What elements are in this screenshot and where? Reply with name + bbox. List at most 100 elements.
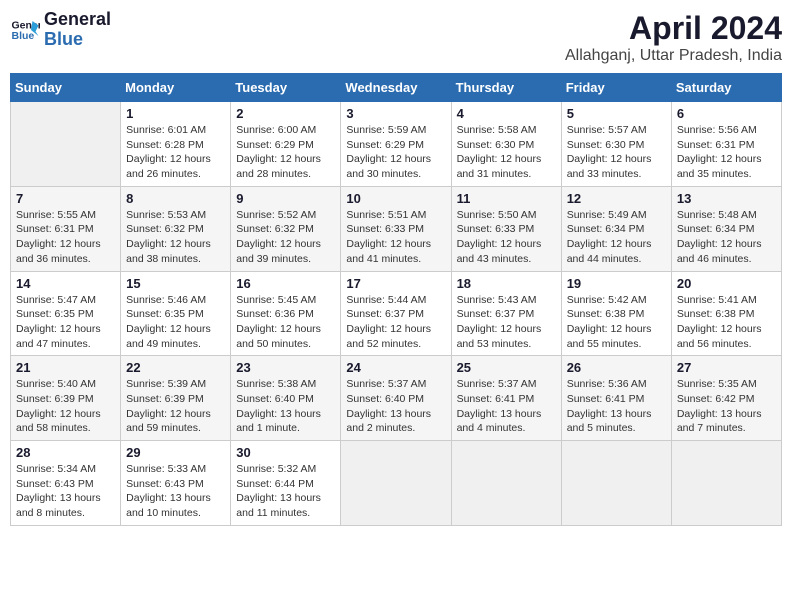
day-number: 18 bbox=[457, 276, 556, 291]
logo-icon: General Blue bbox=[10, 15, 40, 45]
calendar-cell: 4Sunrise: 5:58 AM Sunset: 6:30 PM Daylig… bbox=[451, 102, 561, 187]
calendar-cell: 23 Sunrise: 5:38 AM Sunset: 6:40 PM Dayli… bbox=[231, 356, 341, 441]
day-info: Sunrise: 5:37 AM Sunset: 6:41 PM Dayligh… bbox=[457, 377, 556, 436]
calendar-cell: 27 Sunrise: 5:35 AM Sunset: 6:42 PM Dayli… bbox=[671, 356, 781, 441]
calendar-week-row: 14Sunrise: 5:47 AM Sunset: 6:35 PM Dayli… bbox=[11, 271, 782, 356]
calendar-cell: 22Sunrise: 5:39 AM Sunset: 6:39 PM Dayli… bbox=[121, 356, 231, 441]
day-info: Sunrise: 5:45 AM Sunset: 6:36 PM Dayligh… bbox=[236, 293, 335, 352]
calendar-day-header: Wednesday bbox=[341, 74, 451, 102]
day-info: Sunrise: 5:33 AM Sunset: 6:43 PM Dayligh… bbox=[126, 462, 225, 521]
day-number: 29 bbox=[126, 445, 225, 460]
calendar-cell: 5 Sunrise: 5:57 AM Sunset: 6:30 PM Daylig… bbox=[561, 102, 671, 187]
calendar-cell: 6Sunrise: 5:56 AM Sunset: 6:31 PM Daylig… bbox=[671, 102, 781, 187]
day-number: 25 bbox=[457, 360, 556, 375]
calendar-cell: 9 Sunrise: 5:52 AM Sunset: 6:32 PM Daylig… bbox=[231, 186, 341, 271]
calendar-cell: 11 Sunrise: 5:50 AM Sunset: 6:33 PM Dayli… bbox=[451, 186, 561, 271]
day-number: 22 bbox=[126, 360, 225, 375]
calendar-cell bbox=[671, 441, 781, 526]
calendar-day-header: Saturday bbox=[671, 74, 781, 102]
day-number: 1 bbox=[126, 106, 225, 121]
day-number: 16 bbox=[236, 276, 335, 291]
calendar-cell: 13Sunrise: 5:48 AM Sunset: 6:34 PM Dayli… bbox=[671, 186, 781, 271]
page-subtitle: Allahganj, Uttar Pradesh, India bbox=[565, 47, 782, 65]
logo-text: General Blue bbox=[44, 10, 111, 50]
day-info: Sunrise: 5:43 AM Sunset: 6:37 PM Dayligh… bbox=[457, 293, 556, 352]
calendar-cell bbox=[561, 441, 671, 526]
day-info: Sunrise: 5:55 AM Sunset: 6:31 PM Dayligh… bbox=[16, 208, 115, 267]
svg-text:Blue: Blue bbox=[12, 30, 35, 42]
calendar-cell: 29 Sunrise: 5:33 AM Sunset: 6:43 PM Dayli… bbox=[121, 441, 231, 526]
day-info: Sunrise: 5:35 AM Sunset: 6:42 PM Dayligh… bbox=[677, 377, 776, 436]
day-info: Sunrise: 5:51 AM Sunset: 6:33 PM Dayligh… bbox=[346, 208, 445, 267]
calendar-week-row: 21 Sunrise: 5:40 AM Sunset: 6:39 PM Dayli… bbox=[11, 356, 782, 441]
day-info: Sunrise: 5:49 AM Sunset: 6:34 PM Dayligh… bbox=[567, 208, 666, 267]
page-title: April 2024 bbox=[565, 10, 782, 47]
calendar-cell: 20 Sunrise: 5:41 AM Sunset: 6:38 PM Dayli… bbox=[671, 271, 781, 356]
day-info: Sunrise: 5:40 AM Sunset: 6:39 PM Dayligh… bbox=[16, 377, 115, 436]
calendar-cell: 30Sunrise: 5:32 AM Sunset: 6:44 PM Dayli… bbox=[231, 441, 341, 526]
day-info: Sunrise: 5:44 AM Sunset: 6:37 PM Dayligh… bbox=[346, 293, 445, 352]
day-info: Sunrise: 5:38 AM Sunset: 6:40 PM Dayligh… bbox=[236, 377, 335, 436]
day-info: Sunrise: 5:36 AM Sunset: 6:41 PM Dayligh… bbox=[567, 377, 666, 436]
calendar-week-row: 1 Sunrise: 6:01 AM Sunset: 6:28 PM Daylig… bbox=[11, 102, 782, 187]
day-number: 28 bbox=[16, 445, 115, 460]
calendar-cell: 18 Sunrise: 5:43 AM Sunset: 6:37 PM Dayli… bbox=[451, 271, 561, 356]
day-number: 24 bbox=[346, 360, 445, 375]
calendar-cell: 2 Sunrise: 6:00 AM Sunset: 6:29 PM Daylig… bbox=[231, 102, 341, 187]
calendar-day-header: Sunday bbox=[11, 74, 121, 102]
calendar-cell: 14Sunrise: 5:47 AM Sunset: 6:35 PM Dayli… bbox=[11, 271, 121, 356]
calendar-cell: 1 Sunrise: 6:01 AM Sunset: 6:28 PM Daylig… bbox=[121, 102, 231, 187]
calendar-cell bbox=[11, 102, 121, 187]
page-header: General Blue General Blue April 2024 All… bbox=[10, 10, 782, 65]
day-info: Sunrise: 5:59 AM Sunset: 6:29 PM Dayligh… bbox=[346, 123, 445, 182]
calendar-cell: 24 Sunrise: 5:37 AM Sunset: 6:40 PM Dayli… bbox=[341, 356, 451, 441]
calendar-cell bbox=[341, 441, 451, 526]
day-number: 23 bbox=[236, 360, 335, 375]
calendar-cell: 25 Sunrise: 5:37 AM Sunset: 6:41 PM Dayli… bbox=[451, 356, 561, 441]
day-info: Sunrise: 5:52 AM Sunset: 6:32 PM Dayligh… bbox=[236, 208, 335, 267]
day-number: 10 bbox=[346, 191, 445, 206]
day-number: 7 bbox=[16, 191, 115, 206]
title-area: April 2024 Allahganj, Uttar Pradesh, Ind… bbox=[565, 10, 782, 65]
day-info: Sunrise: 5:42 AM Sunset: 6:38 PM Dayligh… bbox=[567, 293, 666, 352]
day-info: Sunrise: 5:37 AM Sunset: 6:40 PM Dayligh… bbox=[346, 377, 445, 436]
day-info: Sunrise: 5:57 AM Sunset: 6:30 PM Dayligh… bbox=[567, 123, 666, 182]
calendar-table: SundayMondayTuesdayWednesdayThursdayFrid… bbox=[10, 73, 782, 526]
day-info: Sunrise: 5:50 AM Sunset: 6:33 PM Dayligh… bbox=[457, 208, 556, 267]
day-info: Sunrise: 5:46 AM Sunset: 6:35 PM Dayligh… bbox=[126, 293, 225, 352]
day-number: 14 bbox=[16, 276, 115, 291]
day-info: Sunrise: 5:34 AM Sunset: 6:43 PM Dayligh… bbox=[16, 462, 115, 521]
day-number: 20 bbox=[677, 276, 776, 291]
day-number: 26 bbox=[567, 360, 666, 375]
day-info: Sunrise: 6:00 AM Sunset: 6:29 PM Dayligh… bbox=[236, 123, 335, 182]
day-info: Sunrise: 5:48 AM Sunset: 6:34 PM Dayligh… bbox=[677, 208, 776, 267]
day-info: Sunrise: 6:01 AM Sunset: 6:28 PM Dayligh… bbox=[126, 123, 225, 182]
day-number: 9 bbox=[236, 191, 335, 206]
day-number: 27 bbox=[677, 360, 776, 375]
day-number: 21 bbox=[16, 360, 115, 375]
calendar-cell: 10 Sunrise: 5:51 AM Sunset: 6:33 PM Dayli… bbox=[341, 186, 451, 271]
calendar-cell: 19 Sunrise: 5:42 AM Sunset: 6:38 PM Dayli… bbox=[561, 271, 671, 356]
calendar-cell: 28 Sunrise: 5:34 AM Sunset: 6:43 PM Dayli… bbox=[11, 441, 121, 526]
day-number: 3 bbox=[346, 106, 445, 121]
calendar-week-row: 7 Sunrise: 5:55 AM Sunset: 6:31 PM Daylig… bbox=[11, 186, 782, 271]
calendar-day-header: Thursday bbox=[451, 74, 561, 102]
calendar-day-header: Tuesday bbox=[231, 74, 341, 102]
day-number: 8 bbox=[126, 191, 225, 206]
logo: General Blue General Blue bbox=[10, 10, 111, 50]
calendar-cell: 21 Sunrise: 5:40 AM Sunset: 6:39 PM Dayli… bbox=[11, 356, 121, 441]
day-number: 11 bbox=[457, 191, 556, 206]
calendar-cell: 7 Sunrise: 5:55 AM Sunset: 6:31 PM Daylig… bbox=[11, 186, 121, 271]
calendar-day-header: Friday bbox=[561, 74, 671, 102]
calendar-cell bbox=[451, 441, 561, 526]
day-number: 19 bbox=[567, 276, 666, 291]
day-number: 2 bbox=[236, 106, 335, 121]
calendar-cell: 17Sunrise: 5:44 AM Sunset: 6:37 PM Dayli… bbox=[341, 271, 451, 356]
day-info: Sunrise: 5:56 AM Sunset: 6:31 PM Dayligh… bbox=[677, 123, 776, 182]
calendar-week-row: 28 Sunrise: 5:34 AM Sunset: 6:43 PM Dayli… bbox=[11, 441, 782, 526]
day-info: Sunrise: 5:53 AM Sunset: 6:32 PM Dayligh… bbox=[126, 208, 225, 267]
calendar-cell: 8 Sunrise: 5:53 AM Sunset: 6:32 PM Daylig… bbox=[121, 186, 231, 271]
day-info: Sunrise: 5:41 AM Sunset: 6:38 PM Dayligh… bbox=[677, 293, 776, 352]
day-number: 4 bbox=[457, 106, 556, 121]
day-number: 5 bbox=[567, 106, 666, 121]
